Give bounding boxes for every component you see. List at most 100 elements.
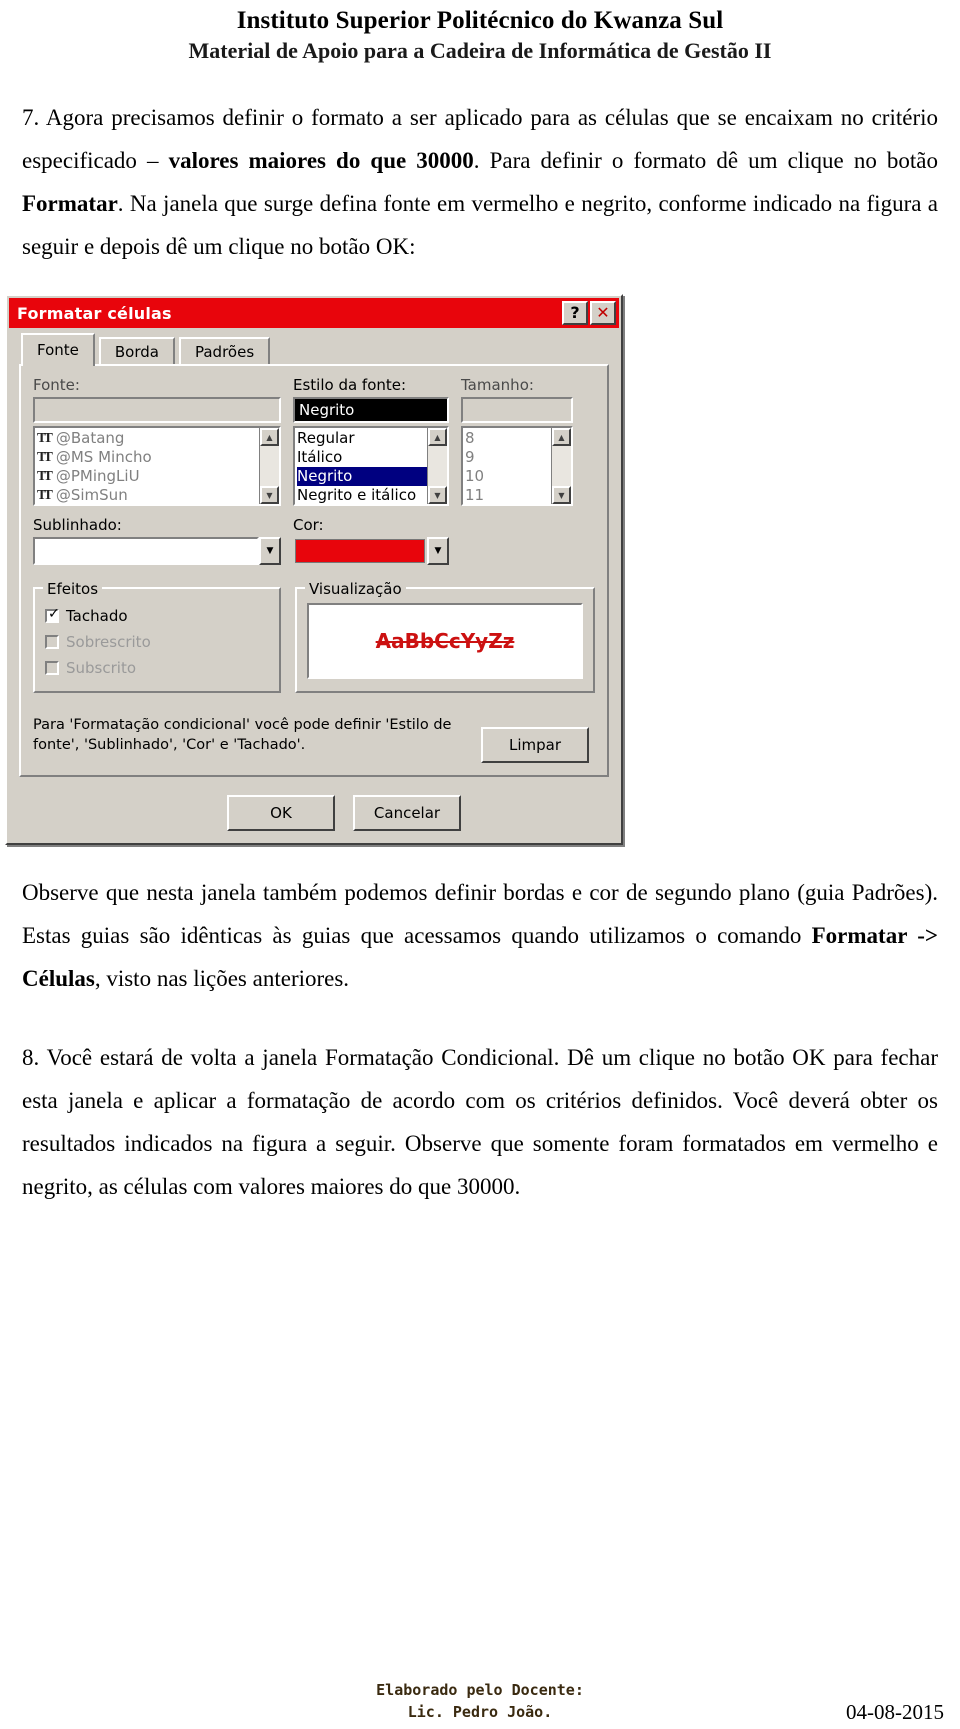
paragraph-step-7: 7. Agora precisamos definir o formato a … xyxy=(22,96,938,268)
paragraph-step-8: 8. Você estará de volta a janela Formata… xyxy=(22,1036,938,1208)
document-footer: Elaborado pelo Docente: Lic. Pedro João.… xyxy=(0,1679,960,1724)
scroll-up-icon[interactable]: ▲ xyxy=(552,428,571,446)
close-icon[interactable]: ✕ xyxy=(590,301,616,325)
checkbox-icon xyxy=(45,661,59,675)
chevron-down-icon[interactable]: ▼ xyxy=(427,537,449,565)
style-column: Estilo da fonte: Negrito Regular Itálico… xyxy=(293,376,449,506)
checkbox-icon xyxy=(45,635,59,649)
list-item[interactable]: Itálico xyxy=(297,448,427,467)
list-item[interactable]: T T @SimSun xyxy=(37,486,259,504)
font-name: @Batang xyxy=(55,429,125,447)
checkbox-label: Sobrescrito xyxy=(66,633,151,651)
list-item[interactable]: 11 xyxy=(465,486,551,504)
scroll-down-icon[interactable]: ▼ xyxy=(552,486,571,504)
hint-line-1: Para 'Formatação condicional' você pode … xyxy=(33,717,452,733)
truetype-icon: T T xyxy=(37,488,53,503)
preview-sample-text: AaBbCcYyZz xyxy=(375,629,515,653)
footer-credit-line-1: Elaborado pelo Docente: xyxy=(376,1681,584,1699)
hint-line-2: fonte', 'Sublinhado', 'Cor' e 'Tachado'. xyxy=(33,737,306,753)
size-input[interactable] xyxy=(461,397,573,423)
underline-value xyxy=(33,537,259,565)
tab-fonte[interactable]: Fonte xyxy=(21,333,95,366)
paragraph-7-part-3: . Na janela que surge defina fonte em ve… xyxy=(22,191,938,259)
dialog-button-bar: OK Cancelar xyxy=(67,789,621,843)
scrollbar-track[interactable] xyxy=(552,446,571,486)
font-label: Fonte: xyxy=(33,376,80,394)
help-icon[interactable]: ? xyxy=(562,301,588,325)
dialog-title: Formatar células xyxy=(17,303,172,323)
truetype-icon: T T xyxy=(37,469,53,484)
tab-borda[interactable]: Borda xyxy=(98,337,175,366)
color-column: Cor: ▼ xyxy=(293,516,449,565)
footer-credit-line-2: Lic. Pedro João. xyxy=(407,1703,553,1721)
preview-group-title: Visualização xyxy=(305,580,406,598)
list-item[interactable]: T T @PMingLiU xyxy=(37,467,259,486)
scroll-up-icon[interactable]: ▲ xyxy=(260,428,279,446)
underline-color-row: Sublinhado: ▼ Cor: ▼ xyxy=(33,516,595,565)
dialog-screenshot-figure: Formatar células ? ✕ Fonte Borda Padrões… xyxy=(5,294,625,845)
scroll-down-icon[interactable]: ▼ xyxy=(260,486,279,504)
font-name: @SimSun xyxy=(55,486,128,504)
color-label: Cor: xyxy=(293,516,324,534)
list-item[interactable]: T T @MS Mincho xyxy=(37,448,259,467)
effects-group-title: Efeitos xyxy=(43,580,103,598)
font-name: @PMingLiU xyxy=(55,467,140,485)
paragraph-after-figure: Observe que nesta janela também podemos … xyxy=(22,871,938,1000)
underline-column: Sublinhado: ▼ xyxy=(33,516,281,565)
ok-button[interactable]: OK xyxy=(227,795,335,831)
tab-page-fonte: Fonte: T T @Batang T T @MS Mincho T T @PMin… xyxy=(19,364,609,777)
chevron-down-icon[interactable]: ▼ xyxy=(259,537,281,565)
truetype-icon: T T xyxy=(37,450,53,465)
scrollbar-track[interactable] xyxy=(428,446,447,486)
size-list-items: 8 9 10 11 xyxy=(463,428,551,504)
font-listbox[interactable]: T T @Batang T T @MS Mincho T T @PMingLiU T … xyxy=(33,426,281,506)
effects-group: Efeitos ✓ Tachado Sobrescrito Subscrito xyxy=(33,580,281,693)
scroll-down-icon[interactable]: ▼ xyxy=(428,486,447,504)
font-selection-row: Fonte: T T @Batang T T @MS Mincho T T @PMin… xyxy=(33,376,595,506)
hint-row: Para 'Formatação condicional' você pode … xyxy=(33,715,595,763)
underline-combobox[interactable]: ▼ xyxy=(33,537,281,565)
clear-button[interactable]: Limpar xyxy=(481,727,589,763)
tab-padroes[interactable]: Padrões xyxy=(178,337,271,366)
checkbox-subscrito: Subscrito xyxy=(45,655,269,681)
font-column: Fonte: T T @Batang T T @MS Mincho T T @PMin… xyxy=(33,376,281,506)
font-list-scrollbar[interactable]: ▲ ▼ xyxy=(259,428,279,504)
list-item[interactable]: 9 xyxy=(465,448,551,467)
institution-title: Instituto Superior Politécnico do Kwanza… xyxy=(236,7,724,34)
list-item[interactable]: 10 xyxy=(465,467,551,486)
list-item[interactable]: T T @Batang xyxy=(37,429,259,448)
scroll-up-icon[interactable]: ▲ xyxy=(428,428,447,446)
list-item-selected[interactable]: Negrito xyxy=(297,467,427,486)
paragraph-7-bold-formatar: Formatar xyxy=(22,191,118,216)
paragraph-after-part-2: , visto nas lições anteriores. xyxy=(94,966,350,991)
course-subtitle: Material de Apoio para a Cadeira de Info… xyxy=(188,38,772,63)
paragraph-7-part-2: . Para definir o formato dê um clique no… xyxy=(473,148,938,173)
effects-preview-row: Efeitos ✓ Tachado Sobrescrito Subscrito xyxy=(33,580,595,693)
size-column: Tamanho: 8 9 10 11 ▲ ▼ xyxy=(461,376,573,506)
font-list-items: T T @Batang T T @MS Mincho T T @PMingLiU T … xyxy=(35,428,259,504)
font-style-listbox[interactable]: Regular Itálico Negrito Negrito e itálic… xyxy=(293,426,449,506)
preview-group: Visualização AaBbCcYyZz xyxy=(295,580,595,693)
size-listbox[interactable]: 8 9 10 11 ▲ ▼ xyxy=(461,426,573,506)
paragraph-8-text: 8. Você estará de volta a janela Formata… xyxy=(22,1045,938,1199)
font-input[interactable] xyxy=(33,397,281,423)
size-list-scrollbar[interactable]: ▲ ▼ xyxy=(551,428,571,504)
list-item[interactable]: 8 xyxy=(465,429,551,448)
checkbox-icon-checked[interactable]: ✓ xyxy=(45,607,60,623)
underline-label: Sublinhado: xyxy=(33,516,122,534)
scrollbar-track[interactable] xyxy=(260,446,279,486)
checkbox-sobrescrito: Sobrescrito xyxy=(45,629,269,655)
document-header: Instituto Superior Politécnico do Kwanza… xyxy=(0,0,960,66)
list-item[interactable]: Regular xyxy=(297,429,427,448)
hint-text-block: Para 'Formatação condicional' você pode … xyxy=(33,715,481,755)
color-combobox[interactable]: ▼ xyxy=(293,537,449,565)
dialog-titlebar[interactable]: Formatar células ? ✕ xyxy=(9,298,619,328)
style-list-scrollbar[interactable]: ▲ ▼ xyxy=(427,428,447,504)
color-swatch xyxy=(295,539,425,563)
font-style-label: Estilo da fonte: xyxy=(293,376,407,394)
font-style-input[interactable]: Negrito xyxy=(293,397,449,423)
cancel-button[interactable]: Cancelar xyxy=(353,795,461,831)
checkbox-tachado[interactable]: ✓ Tachado xyxy=(45,603,269,629)
list-item[interactable]: Negrito e itálico xyxy=(297,486,427,504)
size-label: Tamanho: xyxy=(461,376,534,394)
